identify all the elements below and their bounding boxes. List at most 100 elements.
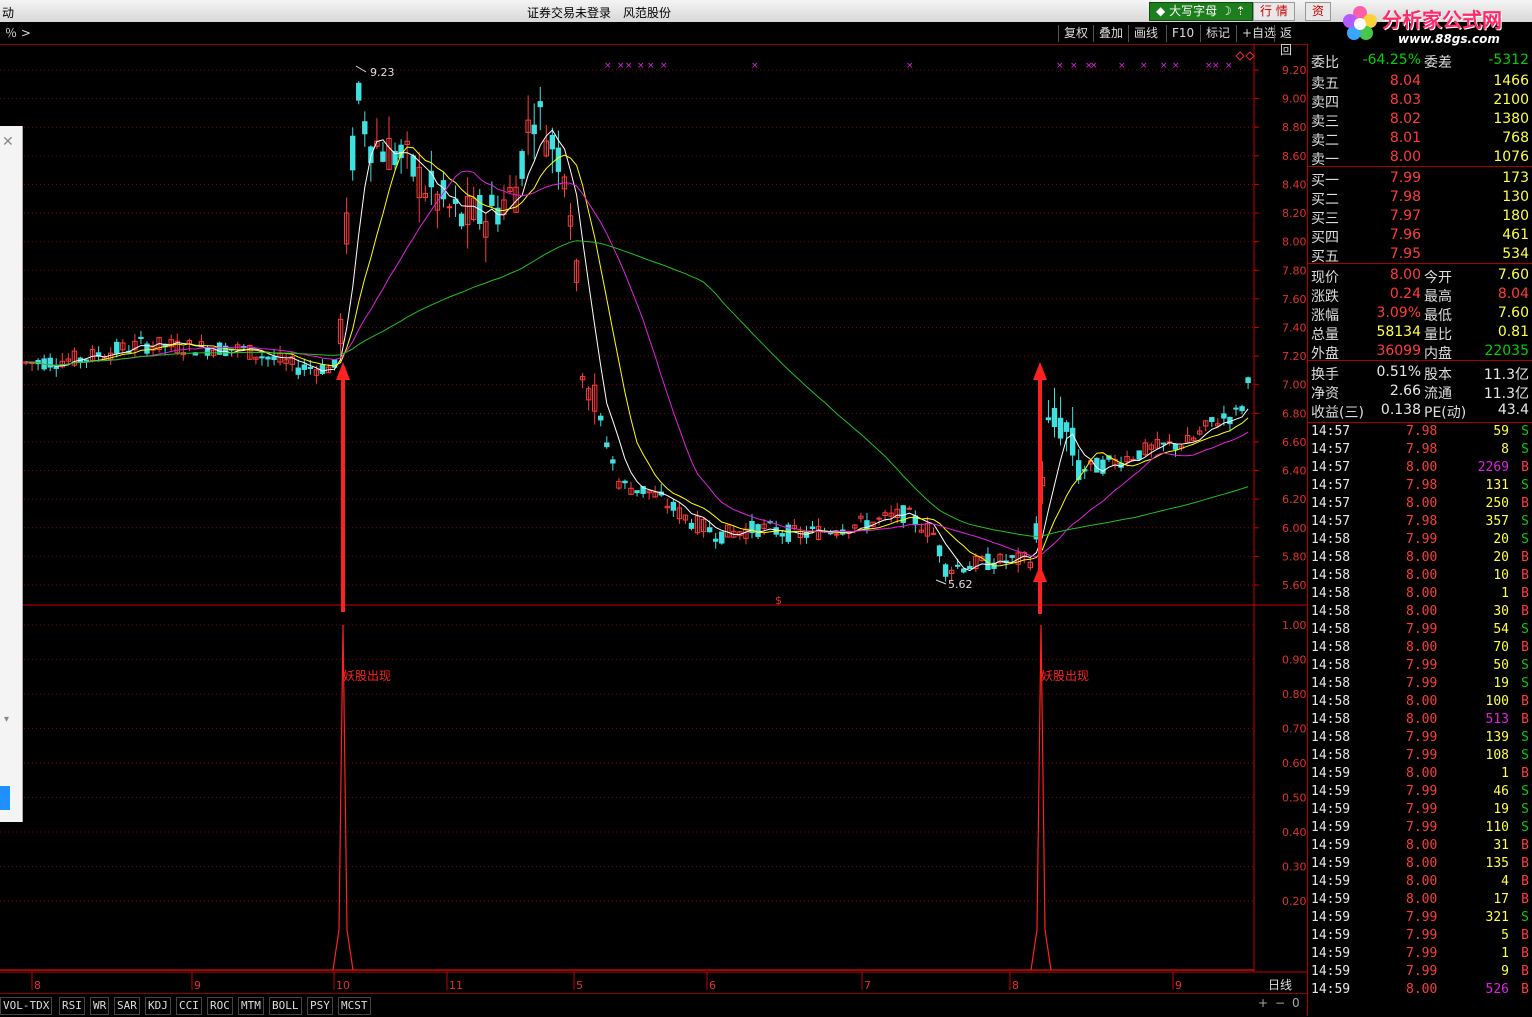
indicator-tab-boll[interactable]: BOLL: [269, 997, 302, 1015]
tick-side: B: [1521, 964, 1529, 979]
reset-button[interactable]: 0: [1292, 996, 1300, 1010]
fundamental-row: 换手 0.51% 股本 11.3亿: [1308, 364, 1532, 383]
tick-row: 14:59 7.99 321 S: [1308, 910, 1532, 928]
tick-price: 8.00: [1406, 640, 1438, 655]
tick-row: 14:57 7.98 59 S: [1308, 424, 1532, 442]
price-tick-label: 5.80: [1282, 550, 1307, 563]
tick-side: S: [1521, 784, 1529, 799]
overlay-button[interactable]: 叠加: [1093, 25, 1128, 42]
tick-volume: 20: [1493, 532, 1509, 547]
indicator-tab-mcst[interactable]: MCST: [338, 997, 371, 1015]
tick-price: 7.99: [1406, 658, 1438, 673]
stat-label-2: 流通: [1424, 386, 1452, 402]
diamond-marker-icon: [1245, 51, 1255, 61]
tick-side: B: [1521, 640, 1529, 655]
dollar-marker: $: [775, 594, 782, 607]
indicator-tab-cci[interactable]: CCI: [176, 997, 202, 1015]
candle-body: [955, 564, 961, 567]
stat-value-2: 43.4: [1497, 402, 1529, 418]
draw-line-button[interactable]: 画线: [1128, 25, 1163, 42]
tick-volume: 50: [1493, 658, 1509, 673]
zoom-in-button[interactable]: +: [1258, 996, 1268, 1010]
indicator-tab-kdj[interactable]: KDJ: [145, 997, 171, 1015]
tick-volume: 250: [1485, 496, 1509, 511]
ask-row[interactable]: 卖五 8.04 1466: [1308, 73, 1532, 92]
indicator-tab-rsi[interactable]: RSI: [59, 997, 85, 1015]
stat-value-2: 7.60: [1497, 267, 1529, 283]
info-tab-button[interactable]: 资: [1305, 2, 1332, 21]
indicator-tab-vol-tdx[interactable]: VOL-TDX: [0, 997, 53, 1015]
tick-price: 7.98: [1406, 442, 1438, 457]
candle-body: [1239, 406, 1245, 412]
tick-time: 14:58: [1311, 694, 1351, 709]
stat-value: 0.24: [1389, 286, 1421, 302]
zoom-out-button[interactable]: −: [1275, 996, 1285, 1010]
bid-row[interactable]: 买二 7.98 130: [1308, 189, 1532, 208]
candle-body: [688, 522, 695, 529]
candle-body: [598, 415, 604, 421]
tick-volume: 20: [1493, 550, 1509, 565]
candle-body: [1045, 417, 1052, 421]
bid-row[interactable]: 买三 7.97 180: [1308, 208, 1532, 227]
stat-label-2: PE(动): [1424, 405, 1467, 421]
tick-price: 8.00: [1406, 550, 1438, 565]
candle-body: [622, 480, 628, 484]
date-label: 8: [34, 979, 41, 992]
ask-volume: 1380: [1493, 111, 1529, 127]
back-button[interactable]: 返回: [1274, 25, 1307, 57]
stat-label-2: 今开: [1424, 270, 1452, 286]
tick-side: S: [1521, 820, 1529, 835]
indicator-tab-roc[interactable]: ROC: [207, 997, 233, 1015]
tick-time: 14:59: [1311, 892, 1351, 907]
tick-price: 7.99: [1406, 748, 1438, 763]
price-tick-label: 6.80: [1282, 407, 1307, 420]
tick-side: S: [1521, 514, 1529, 529]
ask-row[interactable]: 卖二 8.01 768: [1308, 130, 1532, 149]
indicator-tabs: VOL-TDX RSI WR SAR KDJ CCI ROC MTM BOLL PSY MCST +…: [0, 993, 1307, 1017]
candle-body: [138, 336, 144, 340]
tick-side: B: [1521, 712, 1529, 727]
signal-x-marker: ×: [1212, 61, 1220, 71]
bid-label: 买四: [1311, 230, 1339, 246]
ask-price: 8.03: [1389, 92, 1421, 108]
signal-x-marker: ×: [647, 61, 655, 71]
tick-time: 14:59: [1311, 766, 1351, 781]
side-popup-panel[interactable]: ✕ ▾: [0, 126, 23, 822]
candle-body: [458, 213, 465, 227]
moon-icon: ☽: [1220, 4, 1232, 18]
kline-chart[interactable]: 妖股出现 妖股出现 9.20 9.00 8.80 8.60 8.40 8.20 8.00 7.8…: [0, 44, 1307, 993]
stat-row: 现价 8.00 今开 7.60: [1308, 267, 1532, 286]
bid-row[interactable]: 买四 7.96 461: [1308, 227, 1532, 246]
blue-action-button[interactable]: [0, 786, 10, 810]
indicator-tab-psy[interactable]: PSY: [307, 997, 333, 1015]
close-icon[interactable]: ✕: [2, 134, 14, 150]
mark-button[interactable]: 标记: [1200, 25, 1235, 42]
tick-price: 8.00: [1406, 568, 1438, 583]
order-ratio: -64.25%: [1362, 52, 1421, 68]
tick-side: B: [1521, 568, 1529, 583]
f10-button[interactable]: F10: [1166, 25, 1199, 42]
fuquan-button[interactable]: 复权: [1058, 25, 1093, 42]
ask-row[interactable]: 卖四 8.03 2100: [1308, 92, 1532, 111]
tick-time: 14:59: [1311, 802, 1351, 817]
stat-label: 现价: [1311, 270, 1339, 286]
stat-value-2: 11.3亿: [1483, 367, 1529, 383]
date-label: 6: [709, 979, 716, 992]
tick-row: 14:57 7.98 8 S: [1308, 442, 1532, 460]
breadcrumb[interactable]: ％ >: [0, 25, 36, 42]
indicator-tab-wr[interactable]: WR: [90, 997, 110, 1015]
tick-price: 8.00: [1406, 586, 1438, 601]
uppercase-input-button[interactable]: ◆ 大写字母 ☽ ⇡: [1149, 2, 1253, 21]
indicator-tab-sar[interactable]: SAR: [114, 997, 140, 1015]
quote-tab-button[interactable]: 行 情: [1253, 2, 1295, 21]
bid-volume: 173: [1502, 170, 1529, 186]
tick-volume: 30: [1493, 604, 1509, 619]
candle-body: [350, 135, 356, 171]
tick-row: 14:59 7.99 1 B: [1308, 946, 1532, 964]
bid-row[interactable]: 买一 7.99 173: [1308, 170, 1532, 189]
tick-volume: 2269: [1477, 460, 1509, 475]
tick-time: 14:58: [1311, 676, 1351, 691]
ask-row[interactable]: 卖三 8.02 1380: [1308, 111, 1532, 130]
indicator-tab-mtm[interactable]: MTM: [238, 997, 264, 1015]
dropdown-arrow-icon[interactable]: ▾: [4, 714, 9, 725]
